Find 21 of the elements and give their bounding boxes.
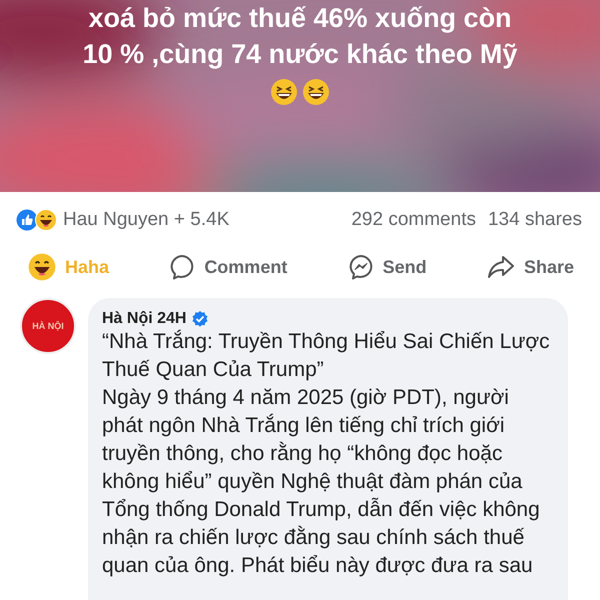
- reactors-count[interactable]: Hau Nguyen + 5.4K: [63, 209, 230, 231]
- laughing-face-icon: [270, 78, 298, 106]
- haha-icon: [35, 209, 57, 231]
- action-button[interactable]: Comment: [169, 254, 288, 280]
- comments-count[interactable]: 292 comments: [351, 209, 476, 231]
- comment-title: “Nhà Trắng: Truyền Thông Hiểu Sai Chiến Lược Thuế Quan Của Trump”: [102, 328, 551, 383]
- messenger-icon: [348, 254, 374, 280]
- action-button[interactable]: Share: [486, 254, 574, 280]
- comment-body: Ngày 9 tháng 4 năm 2025 (giờ PDT), người phát ngôn Nhà Trắng lên tiếng chỉ trích giới truyền thông, cho rằng họ “không đọc hoặc không hiểu” quyền Nghệ thuật đàm phán của Tổng thống Donald Trump, dẫn đến việc không nhận ra chiến lược đằng sau chính sách thuế quan của ông. Phát biểu này được đưa ra sau: [102, 385, 541, 579]
- shares-count[interactable]: 134 shares: [488, 209, 582, 231]
- like-icon: [16, 209, 38, 231]
- laughing-face-icon: [302, 78, 330, 106]
- haha-icon: [28, 253, 56, 281]
- page-avatar[interactable]: HÀ NỘI: [20, 298, 76, 354]
- share-icon: [486, 254, 515, 280]
- comment-author[interactable]: Hà Nội 24H: [102, 310, 186, 328]
- avatar-logo-text: HÀ NỘI: [32, 321, 64, 331]
- post-text: xoá bỏ mức thuế 46% xuống còn: [88, 2, 512, 35]
- comment-icon: [169, 254, 196, 280]
- action-button[interactable]: Send: [348, 254, 427, 280]
- post-text: 10 % ,cùng 74 nước khác theo Mỹ: [82, 38, 518, 71]
